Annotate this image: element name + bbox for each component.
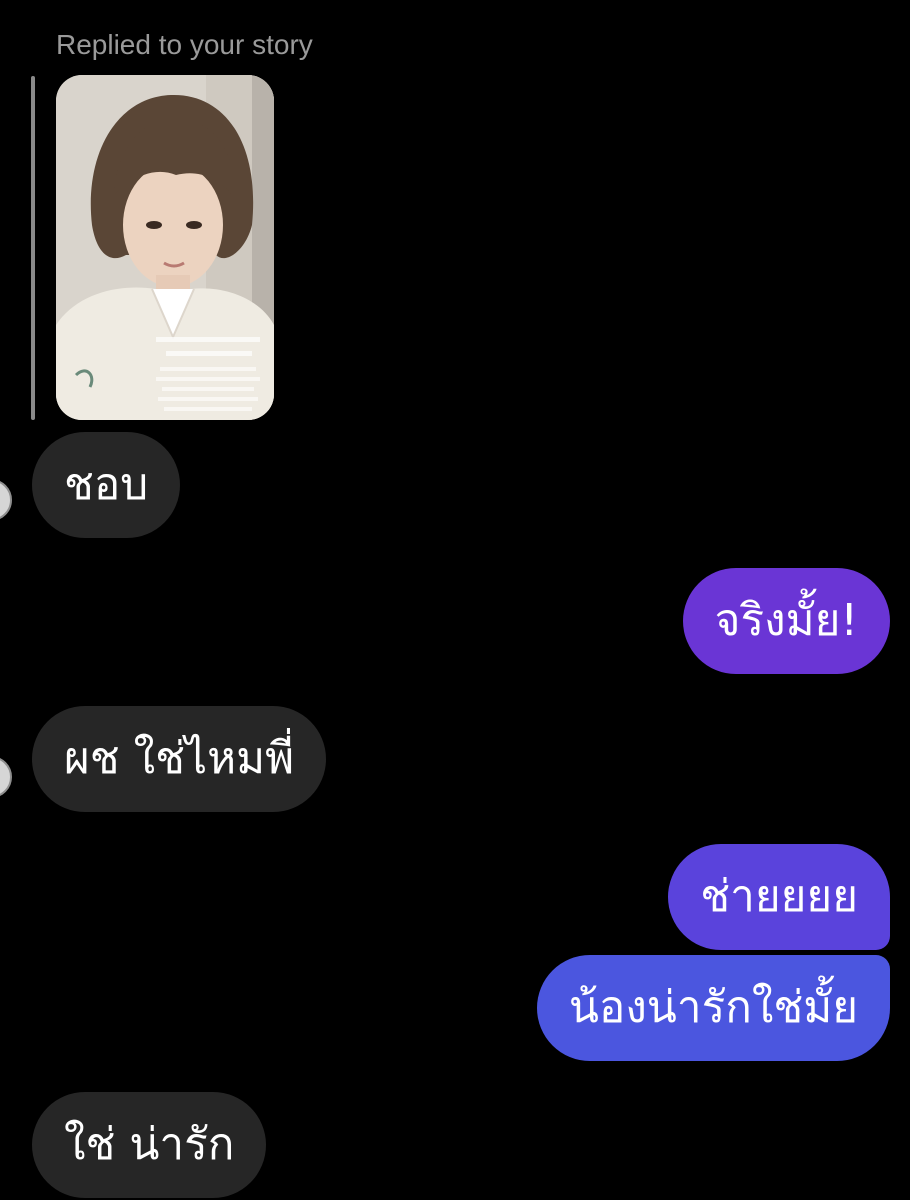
reply-header-label: Replied to your story xyxy=(56,29,313,60)
story-photo xyxy=(56,75,274,420)
sender-avatar[interactable] xyxy=(0,479,12,521)
message-bubble-sent[interactable]: ช่ายยยย xyxy=(668,844,890,950)
message-bubble-received[interactable]: ผช ใช่ไหมพี่ xyxy=(32,706,327,812)
message-bubble-sent[interactable]: น้องน่ารักใช่มั้ย xyxy=(536,955,890,1061)
story-thumbnail[interactable] xyxy=(56,75,274,420)
reply-quote-bar xyxy=(31,76,35,420)
message-bubble-received[interactable]: ใช่ น่ารัก xyxy=(32,1092,267,1198)
sender-avatar[interactable] xyxy=(0,756,12,798)
message-bubble-received[interactable]: ชอบ xyxy=(32,432,181,538)
message-bubble-sent[interactable]: จริงมั้ย! xyxy=(682,568,890,674)
